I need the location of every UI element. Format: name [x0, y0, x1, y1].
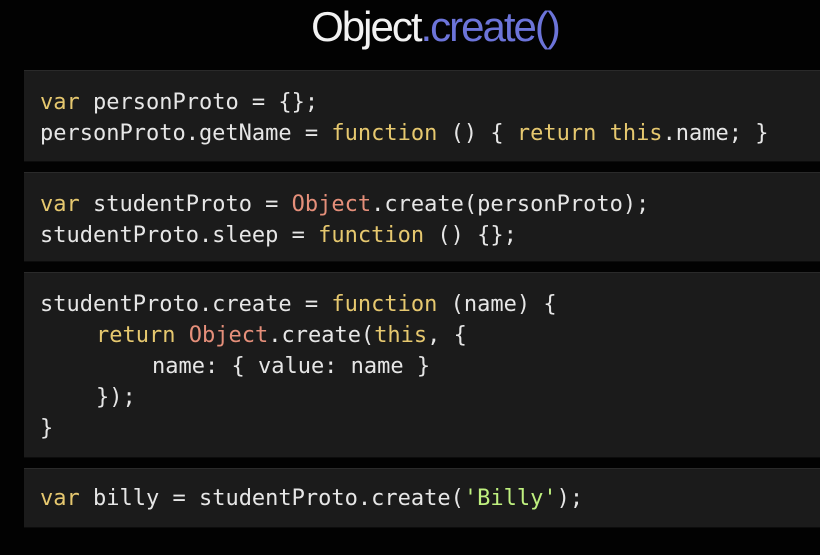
code-token: (name) { [437, 292, 557, 317]
code-line: studentProto.sleep = function () {}; [40, 220, 820, 251]
code-line: studentProto.create = function (name) { [40, 289, 820, 320]
code-token: }); [96, 385, 136, 410]
code-token: () { [437, 121, 517, 146]
code-token: .create( [268, 323, 375, 348]
code-token: var [40, 486, 80, 511]
code-line: } [40, 413, 820, 444]
code-token: name: { value: name } [152, 354, 431, 379]
code-token: this [374, 323, 428, 348]
code-token: Object [291, 192, 372, 217]
code-line: }); [40, 382, 820, 413]
code-token: return this [516, 121, 663, 146]
code-line: personProto.getName = function () { retu… [40, 118, 820, 149]
code-line: return Object.create(this, { [40, 320, 820, 351]
code-token: () {}; [424, 223, 517, 248]
code-line: var billy = studentProto.create('Billy')… [40, 483, 820, 514]
code-token: ); [556, 486, 584, 511]
slide-title: Object.create() [0, 2, 820, 52]
title-object: Object [311, 3, 422, 50]
code-token: studentProto.sleep = [40, 223, 319, 248]
code-block-student-create: studentProto.create = function (name) { … [24, 272, 820, 458]
code-token: var [40, 90, 80, 115]
code-block-billy: var billy = studentProto.create('Billy')… [24, 468, 820, 528]
code-token: function [331, 121, 438, 146]
code-token: personProto.getName = [40, 121, 332, 146]
code-block-student-proto: var studentProto = Object.create(personP… [24, 172, 820, 262]
code-token: var [40, 192, 80, 217]
code-token: 'Billy' [463, 486, 557, 511]
code-token: return [96, 323, 176, 348]
code-token: , { [427, 323, 467, 348]
code-token: .name; } [662, 121, 769, 146]
code-token: } [40, 416, 54, 441]
title-create-method: .create() [420, 3, 561, 50]
code-line: var studentProto = Object.create(personP… [40, 189, 820, 220]
code-token: studentProto = [79, 192, 292, 217]
slide: Object.create() var personProto = {}; pe… [0, 0, 820, 555]
code-token: billy = studentProto.create( [79, 486, 464, 511]
code-token: function [331, 292, 438, 317]
code-token: .create(personProto); [371, 192, 650, 217]
code-line: name: { value: name } [40, 351, 820, 382]
code-token: Object [188, 323, 269, 348]
code-block-person-proto: var personProto = {}; personProto.getNam… [24, 70, 820, 162]
code-token: function [318, 223, 425, 248]
code-token: personProto = {}; [79, 90, 319, 115]
code-line: var personProto = {}; [40, 87, 820, 118]
code-token: studentProto.create = [40, 292, 332, 317]
